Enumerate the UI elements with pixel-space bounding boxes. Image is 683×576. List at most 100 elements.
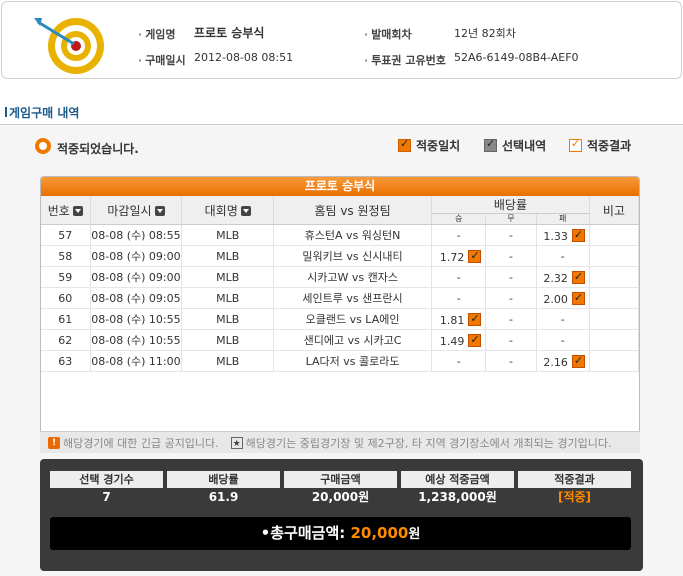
selected-pick-icon xyxy=(468,249,482,263)
row-odds-draw: - xyxy=(485,350,537,372)
selected-pick-icon xyxy=(571,354,585,368)
col-header-lose: 패 xyxy=(536,213,590,225)
row-league-text: MLB xyxy=(216,249,240,263)
row-number: 57 xyxy=(41,224,91,246)
total-amount: 20,000 xyxy=(350,524,409,542)
summary-purchase-amount: 구매금액 20,000원 xyxy=(284,471,397,506)
row-odds-win: 1.72 xyxy=(431,245,487,267)
row-match-text: 휴스턴A vs 워싱턴N xyxy=(304,229,401,242)
table-row: 62 08-08 (수) 10:55 MLB 샌디에고 vs 시카고C 1.49 - - xyxy=(41,329,639,351)
row-number-text: 60 xyxy=(58,291,73,305)
row-deadline: 08-08 (수) 09:00 xyxy=(90,245,183,267)
row-deadline-text: 08-08 (수) 11:00 xyxy=(91,355,181,368)
row-deadline-text: 08-08 (수) 09:05 xyxy=(91,292,181,305)
checkbox-orange-icon: ✓ xyxy=(398,137,411,152)
table-title: 프로토 승부식 xyxy=(41,177,639,196)
selected-pick-icon xyxy=(571,270,585,284)
row-league-text: MLB xyxy=(216,333,240,347)
match-table: 프로토 승부식 번호 마감일시 대회명 홈팀 vs 원정팀 배당률 비고 승 무… xyxy=(40,176,640,453)
row-league: MLB xyxy=(181,224,275,246)
dartboard-icon xyxy=(34,18,104,74)
selected-pick-icon xyxy=(571,291,585,305)
row-deadline: 08-08 (수) 08:55 xyxy=(90,224,183,246)
row-odds-draw: - xyxy=(485,266,537,288)
row-odds-lose-text: 1.33 xyxy=(543,230,568,243)
game-name: 프로토 승부식 xyxy=(194,26,265,40)
row-league-text: MLB xyxy=(216,228,240,242)
urgent-notice: 해당경기에 대한 긴급 공지입니다. xyxy=(63,436,219,450)
summary-result-value: [적중] xyxy=(557,490,592,504)
row-note xyxy=(589,308,639,330)
legend-label: 적중결과 xyxy=(587,139,632,153)
row-number-text: 58 xyxy=(58,249,73,263)
row-match-text: 밀워키브 vs 신시내티 xyxy=(302,250,403,263)
summary-label: 예상 적중금액 xyxy=(401,471,514,488)
selected-pick-icon xyxy=(468,312,482,326)
row-match-text: 오클랜드 vs LA에인 xyxy=(305,313,400,326)
row-deadline: 08-08 (수) 09:00 xyxy=(90,266,183,288)
sort-icon[interactable] xyxy=(240,205,251,216)
row-odds-lose-text: 2.32 xyxy=(543,272,568,285)
row-league-text: MLB xyxy=(216,354,240,368)
row-match: 시카고W vs 캔자스 xyxy=(273,266,432,288)
col-header-deadline[interactable]: 마감일시 xyxy=(90,196,183,225)
row-note xyxy=(589,224,639,246)
row-odds-draw: - xyxy=(485,308,537,330)
row-number-text: 57 xyxy=(58,228,73,242)
summary-label: 구매금액 xyxy=(284,471,397,488)
row-odds-draw: - xyxy=(485,287,537,309)
issue-round-label: 발매회차 xyxy=(364,26,411,42)
row-odds-win-text: 1.49 xyxy=(439,335,465,348)
summary-expected-win: 예상 적중금액 1,238,000원 xyxy=(401,471,514,506)
row-number-text: 61 xyxy=(58,312,73,326)
row-deadline-text: 08-08 (수) 10:55 xyxy=(91,313,181,326)
row-deadline: 08-08 (수) 10:55 xyxy=(90,329,183,351)
venue-notice: 해당경기는 중립경기장 및 제2구장, 타 지역 경기장소에서 개최되는 경기입… xyxy=(245,436,612,450)
row-odds-lose: 2.32 xyxy=(536,266,590,288)
row-number: 62 xyxy=(41,329,91,351)
row-note xyxy=(589,266,639,288)
total-purchase-bar: •총구매금액: 20,000원 xyxy=(50,517,631,550)
row-match-text: 시카고W vs 캔자스 xyxy=(307,271,398,284)
sort-icon[interactable] xyxy=(154,205,165,216)
row-number: 59 xyxy=(41,266,91,288)
row-odds-draw-text: - xyxy=(508,228,513,242)
row-league: MLB xyxy=(181,287,275,309)
row-odds-win-text: - xyxy=(456,270,461,284)
row-odds-win-text: 1.81 xyxy=(439,314,465,327)
row-odds-draw-text: - xyxy=(508,354,513,368)
row-league: MLB xyxy=(181,308,275,330)
alert-icon: ! xyxy=(48,436,60,449)
total-label: •총구매금액: xyxy=(260,524,346,542)
row-league: MLB xyxy=(181,350,275,372)
row-odds-lose-text: 2.00 xyxy=(543,293,568,306)
row-odds-draw: - xyxy=(485,224,537,246)
row-match: 밀워키브 vs 신시내티 xyxy=(273,245,432,267)
row-match: 오클랜드 vs LA에인 xyxy=(273,308,432,330)
legend-result: ✓ 적중결과 xyxy=(569,137,631,154)
row-deadline: 08-08 (수) 10:55 xyxy=(90,308,183,330)
row-odds-draw-text: - xyxy=(508,333,513,347)
summary-selected-games: 선택 경기수 7 xyxy=(50,471,163,506)
row-odds-draw-text: - xyxy=(508,249,513,263)
row-odds-win: 1.81 xyxy=(431,308,487,330)
row-number: 58 xyxy=(41,245,91,267)
row-deadline-text: 08-08 (수) 09:00 xyxy=(91,250,181,263)
summary-value: 7 xyxy=(102,490,111,504)
row-odds-lose-text: - xyxy=(560,249,565,263)
col-header-league[interactable]: 대회명 xyxy=(181,196,275,225)
row-odds-lose-text: 2.16 xyxy=(543,356,568,369)
legend-hit-match: ✓ 적중일치 xyxy=(398,137,460,154)
row-odds-win: - xyxy=(431,266,487,288)
row-odds-lose-text: - xyxy=(560,333,565,347)
sort-icon[interactable] xyxy=(72,205,83,216)
summary-label: 배당률 xyxy=(167,471,280,488)
row-match: 샌디에고 vs 시카고C xyxy=(273,329,432,351)
col-header-no[interactable]: 번호 xyxy=(41,196,91,225)
row-deadline: 08-08 (수) 11:00 xyxy=(90,350,183,372)
row-number-text: 62 xyxy=(58,333,73,347)
match-grid: 번호 마감일시 대회명 홈팀 vs 원정팀 배당률 비고 승 무 패 57 08-… xyxy=(41,196,639,372)
row-number: 60 xyxy=(41,287,91,309)
legend-label: 선택내역 xyxy=(502,139,547,153)
row-odds-win-text: 1.72 xyxy=(439,251,465,264)
